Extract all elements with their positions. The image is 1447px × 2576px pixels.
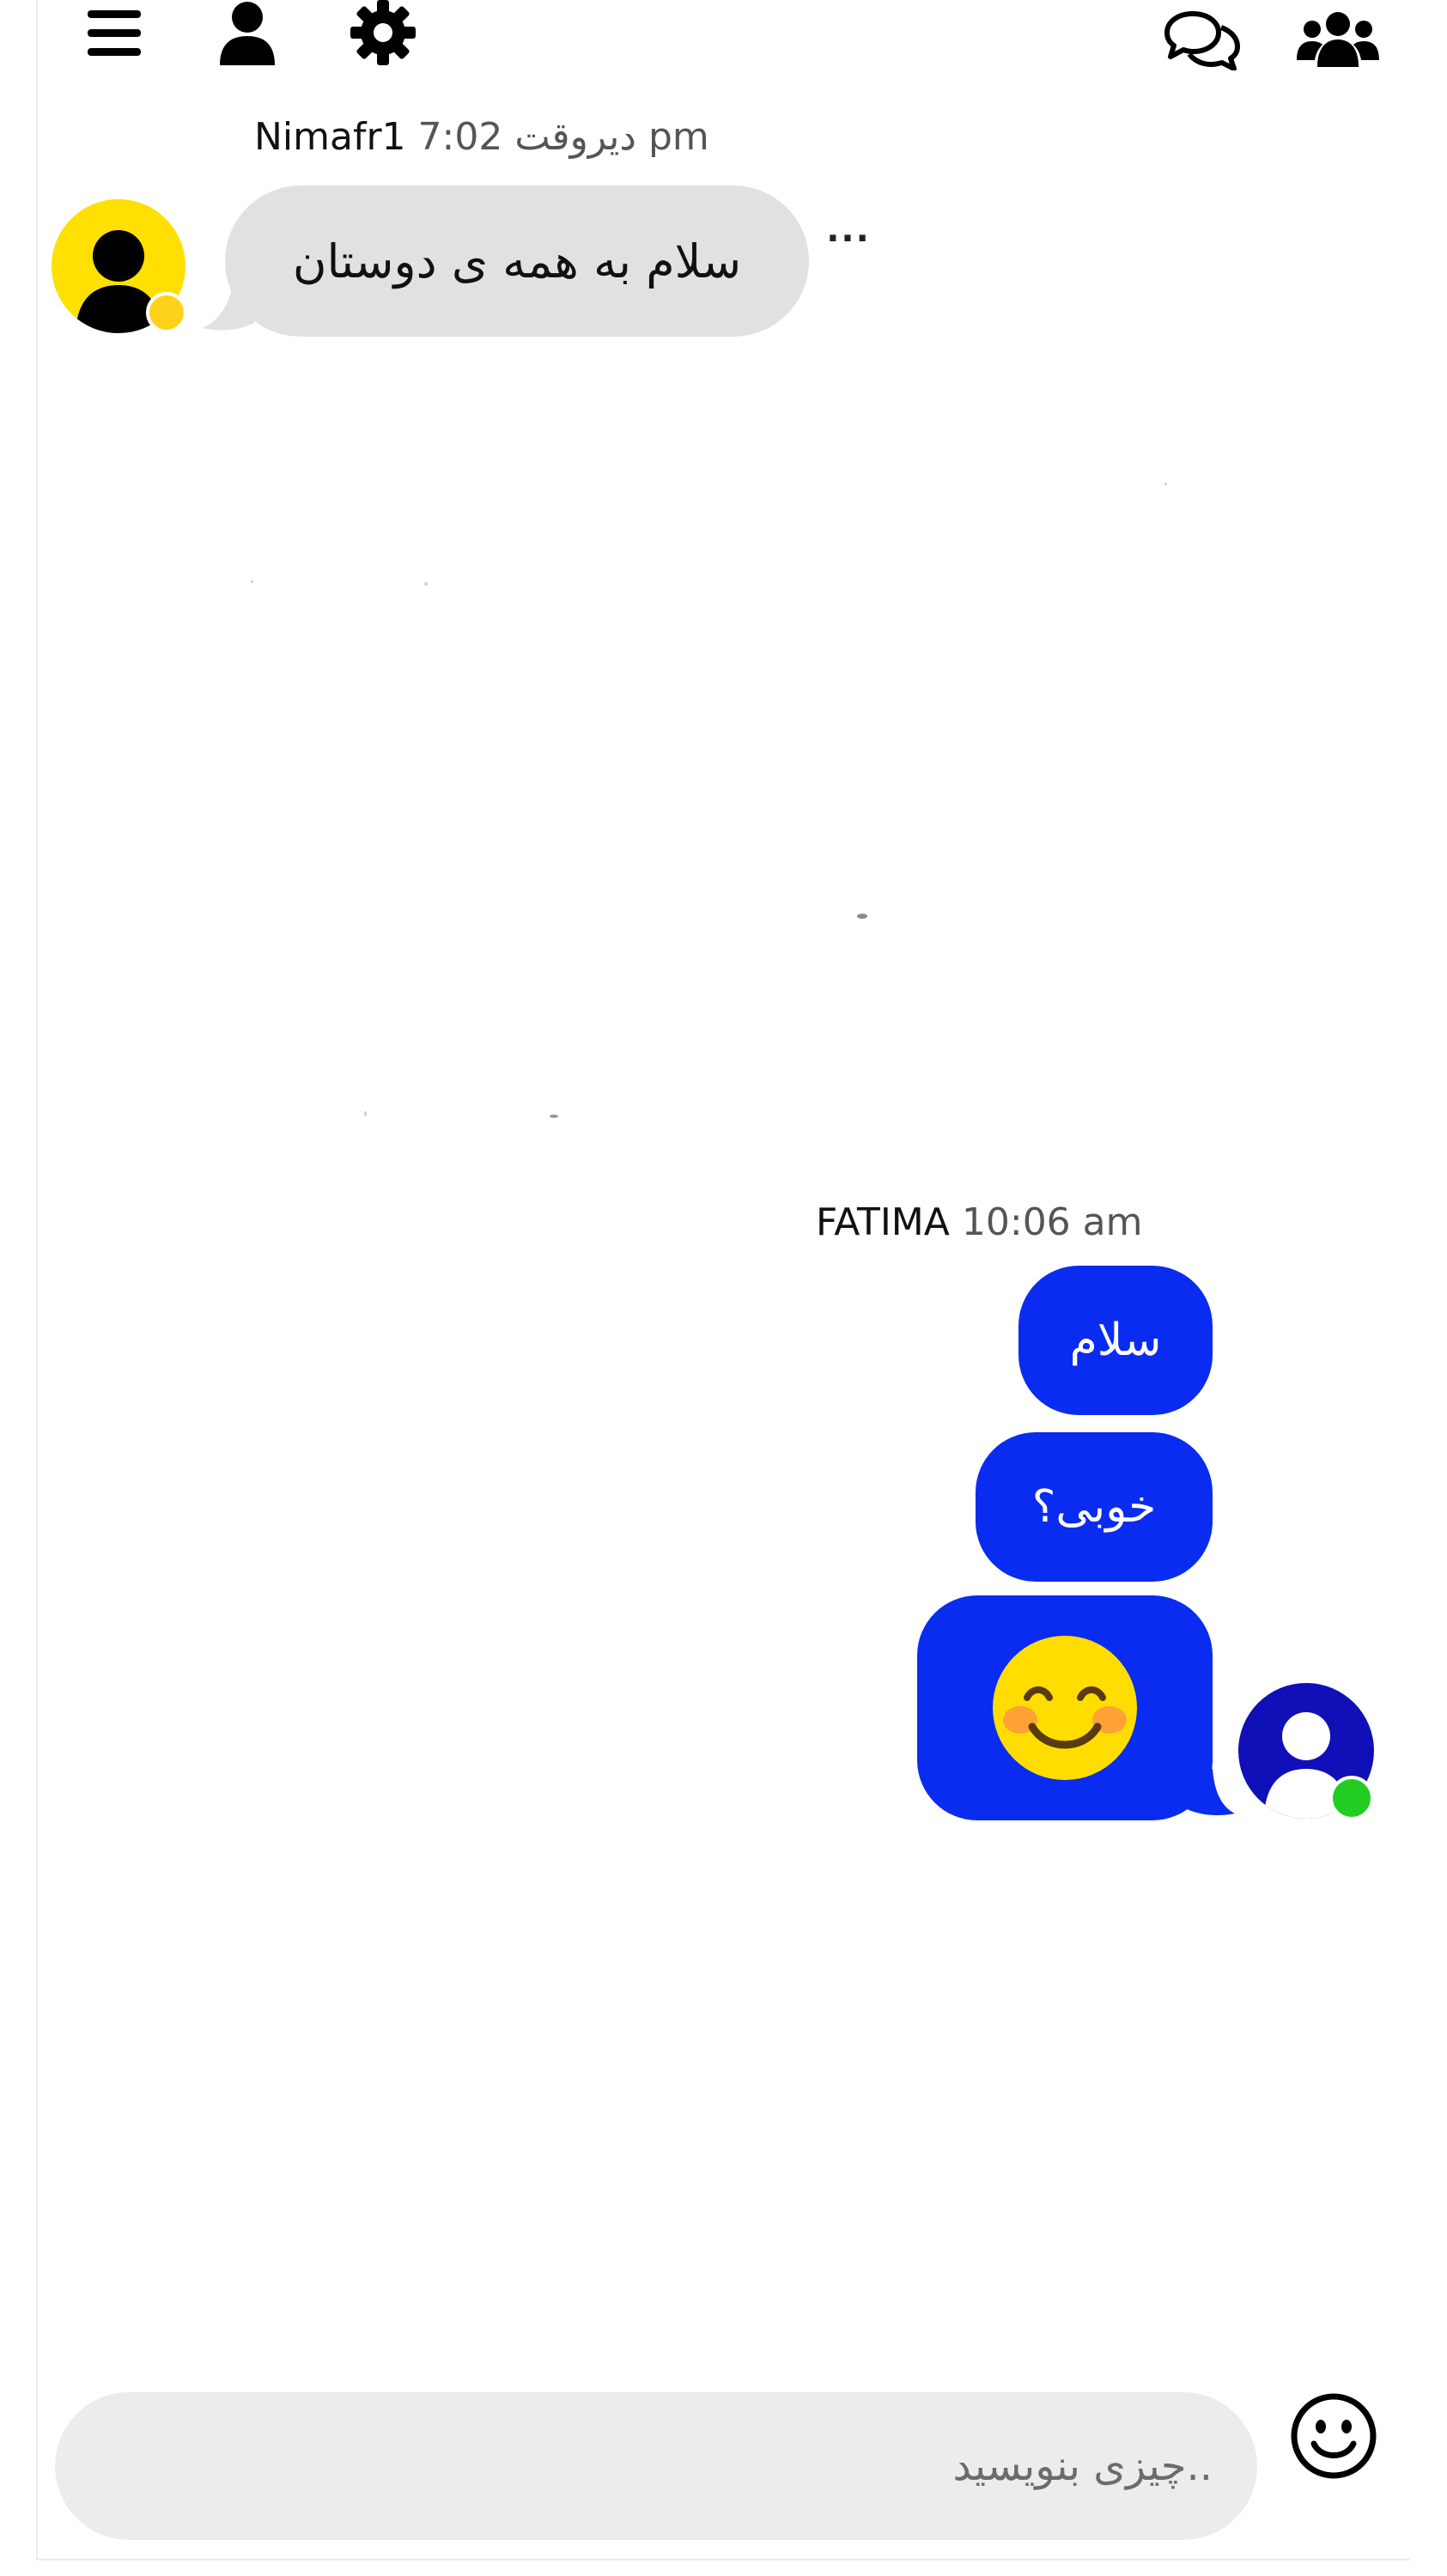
render-artifact xyxy=(424,582,428,586)
frame-divider-bottom xyxy=(36,2559,1410,2561)
message-meta: Nimafr1 7:02 دیروقت pm xyxy=(254,115,709,159)
message-time: 7:02 دیروقت pm xyxy=(417,115,709,159)
group-icon[interactable] xyxy=(1297,9,1379,69)
message-bubble[interactable]: سلام xyxy=(1018,1266,1213,1415)
message-time: 10:06 am xyxy=(961,1200,1143,1244)
render-artifact xyxy=(364,1111,367,1116)
message-bubble[interactable]: سلام به همه ی دوستان xyxy=(225,185,809,337)
menu-icon[interactable] xyxy=(86,7,143,58)
chat-app: Nimafr1 7:02 دیروقت pm سلام به همه ی دوس… xyxy=(0,0,1447,2576)
render-artifact xyxy=(1164,483,1167,485)
chats-icon[interactable] xyxy=(1164,9,1241,70)
settings-icon[interactable] xyxy=(350,0,416,65)
status-indicator xyxy=(146,292,187,333)
sender-name: FATIMA xyxy=(816,1200,950,1244)
emoji-icon[interactable] xyxy=(1290,2392,1377,2480)
more-options-button[interactable]: ... xyxy=(821,213,876,252)
render-artifact xyxy=(550,1115,558,1118)
smiling-face-icon xyxy=(993,1636,1137,1780)
message-bubble-emoji[interactable] xyxy=(917,1595,1213,1820)
frame-divider-left xyxy=(36,0,38,2561)
message-meta: FATIMA 10:06 am xyxy=(816,1200,1143,1244)
render-artifact xyxy=(857,914,867,919)
status-indicator xyxy=(1329,1776,1374,1820)
message-input[interactable] xyxy=(55,2392,1257,2540)
render-artifact xyxy=(251,580,253,583)
sender-name: Nimafr1 xyxy=(254,115,406,159)
message-bubble[interactable]: خوبی؟ xyxy=(976,1432,1213,1582)
user-icon[interactable] xyxy=(218,0,277,65)
